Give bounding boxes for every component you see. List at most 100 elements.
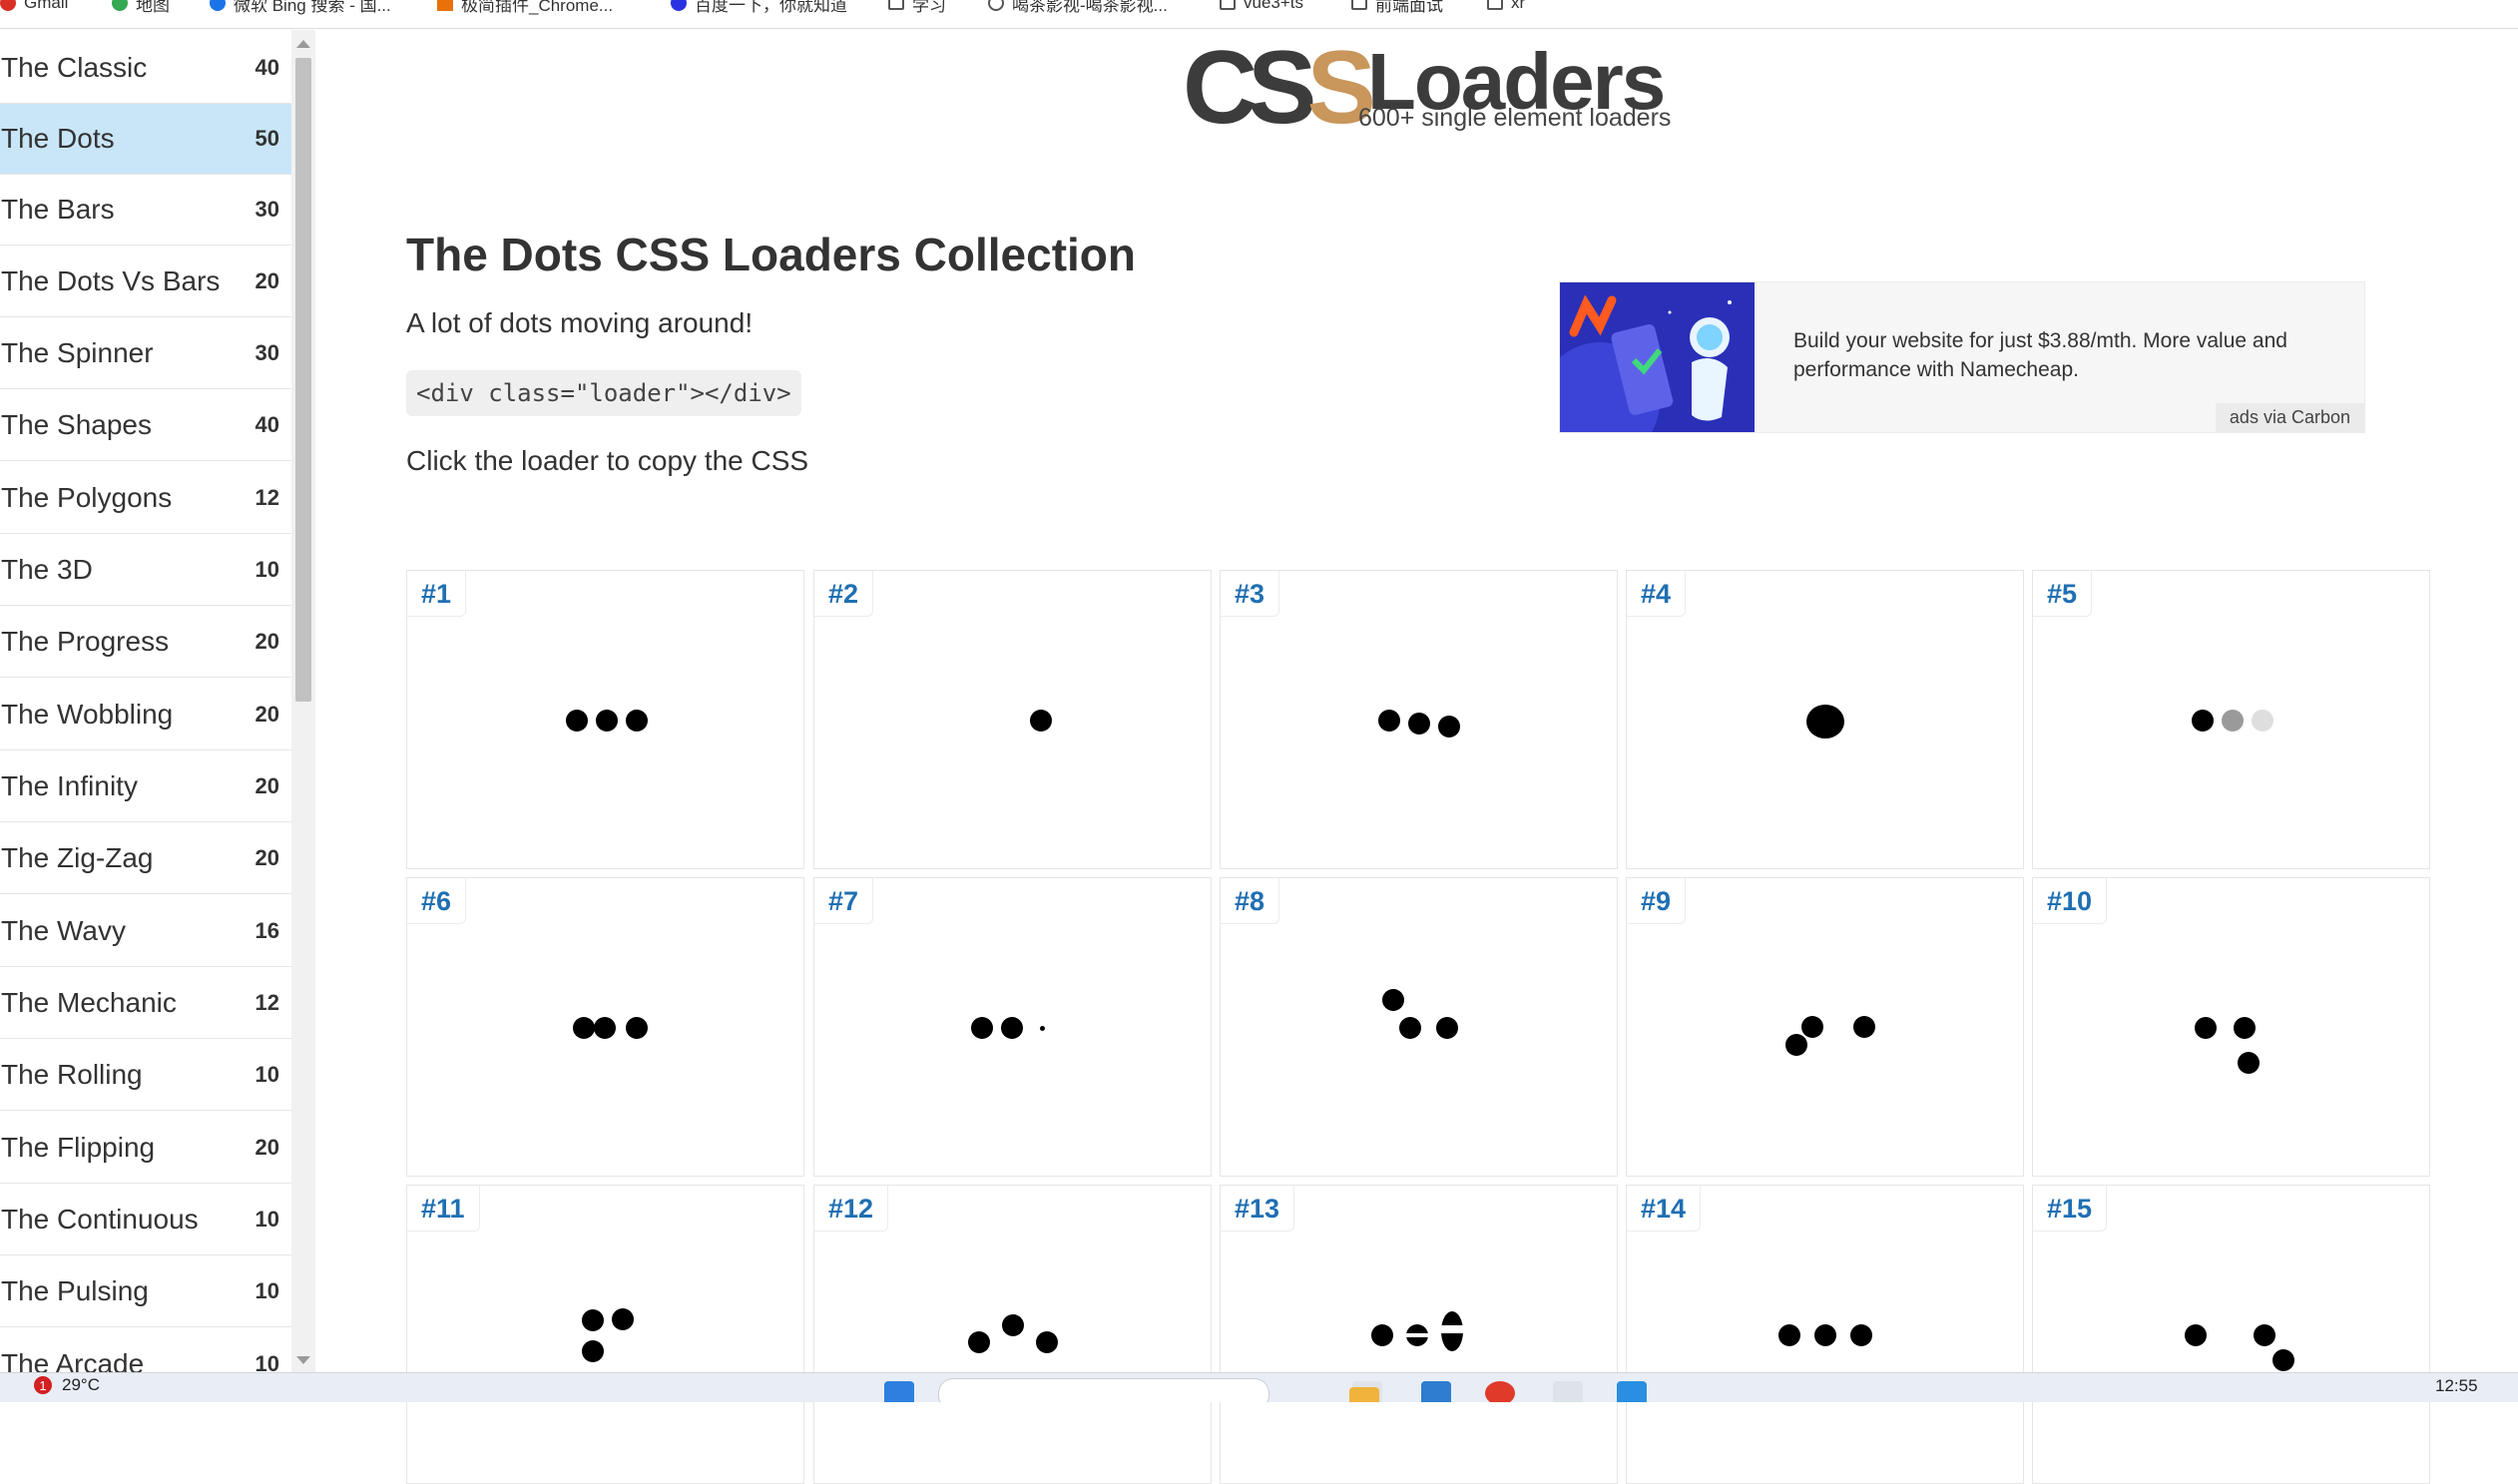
loader-card-2[interactable]: #2 <box>813 570 1212 869</box>
scroll-up-arrow-icon[interactable] <box>296 40 310 48</box>
sidebar-item-progress[interactable]: The Progress 20 <box>0 607 291 678</box>
sidebar-item-label: The Dots <box>1 123 115 154</box>
page-title: The Dots CSS Loaders Collection <box>406 229 1136 280</box>
loader-dot <box>1406 1324 1428 1346</box>
loader-card-13[interactable]: #13 <box>1220 1185 1618 1484</box>
taskbar-clock[interactable]: 12:55 <box>2435 1376 2478 1396</box>
app-icon[interactable] <box>1553 1381 1583 1402</box>
sidebar-item-continuous[interactable]: The Continuous 10 <box>0 1185 291 1255</box>
loader-card-4[interactable]: #4 <box>1626 570 2024 869</box>
bookmark-gmail[interactable]: Gmail <box>0 0 68 14</box>
sidebar-item-3d[interactable]: The 3D 10 <box>0 535 291 606</box>
loader-dot <box>2192 710 2214 732</box>
start-menu-icon[interactable] <box>884 1381 914 1402</box>
loader-card-5[interactable]: #5 <box>2032 570 2430 869</box>
loader-dot <box>2254 1324 2275 1346</box>
loader-number: #6 <box>407 878 467 924</box>
loader-card-7[interactable]: #7 <box>813 877 1212 1177</box>
bookmark-folder-xr[interactable]: xr <box>1487 0 1525 14</box>
loader-dot <box>2185 1324 2207 1346</box>
loader-card-10[interactable]: #10 <box>2032 877 2430 1177</box>
sidebar-item-flipping[interactable]: The Flipping 20 <box>0 1113 291 1184</box>
loader-number: #3 <box>1221 571 1280 617</box>
loader-card-12[interactable]: #12 <box>813 1185 1212 1484</box>
sidebar-item-classic[interactable]: The Classic 40 <box>0 33 291 104</box>
bookmark-folder-interview[interactable]: 前端面试 <box>1351 0 1443 15</box>
bookmark-video[interactable]: 喝茶影视-喝茶影视... <box>988 0 1168 15</box>
chrome-icon[interactable] <box>1485 1381 1515 1402</box>
bookmark-label: xr <box>1511 0 1526 12</box>
loader-dot <box>596 710 618 732</box>
loader-card-6[interactable]: #6 <box>406 877 804 1177</box>
loader-number: #8 <box>1221 878 1280 924</box>
sidebar-item-count: 40 <box>254 412 279 437</box>
sidebar-item-arcade[interactable]: The Arcade 10 <box>0 1329 291 1372</box>
sidebar-scrollbar[interactable] <box>291 30 315 1372</box>
sidebar-item-infinity[interactable]: The Infinity 20 <box>0 751 291 822</box>
loader-number: #10 <box>2033 878 2108 924</box>
sidebar-item-wobbling[interactable]: The Wobbling 20 <box>0 680 291 750</box>
taskbar-search-box[interactable] <box>938 1378 1269 1402</box>
logo-tagline: 600+ single element loaders <box>1358 104 1672 132</box>
loader-card-1[interactable]: #1 <box>406 570 804 869</box>
bookmark-bing[interactable]: 微软 Bing 搜索 - 国... <box>210 0 391 15</box>
sidebar-item-spinner[interactable]: The Spinner 30 <box>0 318 291 389</box>
loader-dot <box>971 1017 993 1039</box>
sidebar-item-dots-vs-bars[interactable]: The Dots Vs Bars 20 <box>0 247 291 317</box>
loader-dot <box>2252 710 2273 732</box>
loader-number: #4 <box>1627 571 1687 617</box>
loader-card-9[interactable]: #9 <box>1626 877 2024 1177</box>
vscode-icon[interactable] <box>1421 1381 1451 1402</box>
carbon-ad[interactable]: Build your website for just $3.88/mth. M… <box>1559 281 2365 433</box>
bookmark-folder-vue[interactable]: vue3+ts <box>1220 0 1303 14</box>
sidebar-item-rolling[interactable]: The Rolling 10 <box>0 1040 291 1111</box>
scrollbar-thumb[interactable] <box>295 58 311 702</box>
loader-card-3[interactable]: #3 <box>1220 570 1618 869</box>
sidebar-item-label: The Flipping <box>1 1132 156 1163</box>
loader-dot <box>1438 716 1460 738</box>
sidebar-item-wavy[interactable]: The Wavy 16 <box>0 896 291 967</box>
loader-number: #12 <box>814 1186 889 1232</box>
sidebar-item-bars[interactable]: The Bars 30 <box>0 175 291 246</box>
ad-text[interactable]: Build your website for just $3.88/mth. M… <box>1793 326 2342 384</box>
sidebar-item-count: 12 <box>254 990 279 1015</box>
sidebar-item-dots[interactable]: The Dots 50 <box>0 104 291 175</box>
ad-image[interactable] <box>1560 282 1755 432</box>
bookmark-maps[interactable]: 地图 <box>112 0 170 15</box>
site-logo[interactable]: CSS Loaders 600+ single element loaders <box>1183 36 1682 140</box>
loader-dot <box>1001 1017 1023 1039</box>
loader-card-8[interactable]: #8 <box>1220 877 1618 1177</box>
sidebar-item-count: 10 <box>254 1062 279 1087</box>
loader-dot <box>1441 1311 1463 1351</box>
sidebar-item-label: The Wobbling <box>1 699 174 730</box>
scroll-down-arrow-icon[interactable] <box>296 1356 310 1364</box>
bookmark-label: 微软 Bing 搜索 - 国... <box>234 0 391 15</box>
file-explorer-icon[interactable] <box>1349 1387 1379 1402</box>
sidebar-item-polygons[interactable]: The Polygons 12 <box>0 463 291 534</box>
loader-dot <box>1806 705 1844 739</box>
sidebar-item-label: The Pulsing <box>1 1275 149 1306</box>
weather-widget[interactable]: 1 29°C <box>34 1375 100 1395</box>
sidebar-item-count: 20 <box>254 268 279 293</box>
globe-icon <box>988 0 1004 11</box>
sidebar-item-label: The Rolling <box>1 1059 143 1090</box>
app-icon[interactable] <box>1617 1381 1647 1402</box>
sidebar-item-mechanic[interactable]: The Mechanic 12 <box>0 968 291 1039</box>
loader-dot <box>2234 1017 2256 1039</box>
sidebar-item-count: 20 <box>254 773 279 798</box>
bookmark-folder-study[interactable]: 学习 <box>888 0 946 15</box>
sidebar-item-label: The Polygons <box>1 482 173 513</box>
bookmark-baidu[interactable]: 百度一下，你就知道 <box>671 0 847 15</box>
ads-via-carbon-link[interactable]: ads via Carbon <box>2215 403 2364 432</box>
sidebar-item-zig-zag[interactable]: The Zig-Zag 20 <box>0 823 291 894</box>
loader-card-11[interactable]: #11 <box>406 1185 804 1484</box>
sidebar-item-pulsing[interactable]: The Pulsing 10 <box>0 1256 291 1327</box>
bookmark-plugin[interactable]: 极简插件_Chrome... <box>437 0 613 15</box>
loader-card-14[interactable]: #14 <box>1626 1185 2024 1484</box>
loader-dot <box>1382 989 1404 1011</box>
sidebar-item-label: The Progress <box>1 626 170 657</box>
sidebar-item-count: 20 <box>254 629 279 654</box>
logo-css-letters: CSS <box>1183 30 1376 146</box>
sidebar-item-shapes[interactable]: The Shapes 40 <box>0 390 291 461</box>
loader-card-15[interactable]: #15 <box>2032 1185 2430 1484</box>
